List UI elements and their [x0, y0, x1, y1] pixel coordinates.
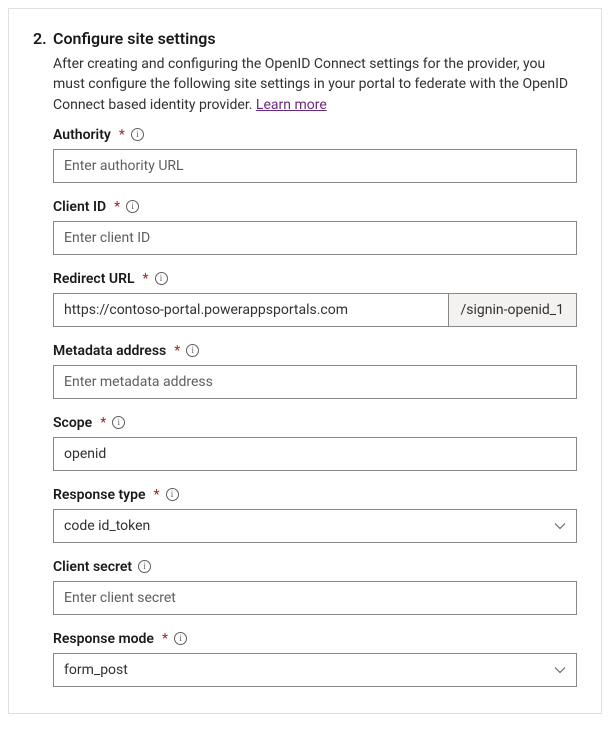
settings-form: Authority * i Client ID * i Redirect URL… — [53, 127, 577, 687]
required-marker: * — [100, 415, 106, 431]
redirect-url-suffix: /signin-openid_1 — [449, 293, 578, 327]
info-icon[interactable]: i — [166, 488, 179, 501]
field-response-mode: Response mode * i form_post — [53, 631, 577, 687]
response-type-value: code id_token — [64, 518, 150, 534]
info-icon[interactable]: i — [126, 200, 139, 213]
label-client-id: Client ID — [53, 199, 106, 215]
configure-site-settings-card: 2. Configure site settings After creatin… — [8, 8, 602, 714]
label-client-secret: Client secret — [53, 559, 132, 575]
client-secret-input[interactable] — [53, 581, 577, 615]
section-description: After creating and configuring the OpenI… — [53, 54, 577, 115]
required-marker: * — [119, 127, 125, 143]
required-marker: * — [154, 487, 160, 503]
label-response-mode: Response mode — [53, 631, 154, 647]
label-row: Authority * i — [53, 127, 577, 143]
label-redirect-url: Redirect URL — [53, 271, 135, 287]
label-metadata-address: Metadata address — [53, 343, 166, 359]
section-heading: 2. Configure site settings — [33, 29, 577, 48]
redirect-url-input[interactable] — [53, 293, 449, 327]
scope-input[interactable] — [53, 437, 577, 471]
label-response-type: Response type — [53, 487, 146, 503]
field-scope: Scope * i — [53, 415, 577, 471]
label-row: Client secret i — [53, 559, 577, 575]
label-row: Client ID * i — [53, 199, 577, 215]
authority-input[interactable] — [53, 149, 577, 183]
client-id-input[interactable] — [53, 221, 577, 255]
info-icon[interactable]: i — [138, 560, 151, 573]
label-row: Response mode * i — [53, 631, 577, 647]
label-row: Scope * i — [53, 415, 577, 431]
required-marker: * — [114, 199, 120, 215]
field-response-type: Response type * i code id_token — [53, 487, 577, 543]
required-marker: * — [162, 631, 168, 647]
label-row: Response type * i — [53, 487, 577, 503]
required-marker: * — [143, 271, 149, 287]
field-redirect-url: Redirect URL * i /signin-openid_1 — [53, 271, 577, 327]
info-icon[interactable]: i — [112, 416, 125, 429]
response-mode-select[interactable]: form_post — [53, 653, 577, 687]
label-authority: Authority — [53, 127, 111, 143]
info-icon[interactable]: i — [186, 344, 199, 357]
redirect-url-combo: /signin-openid_1 — [53, 293, 577, 327]
info-icon[interactable]: i — [155, 272, 168, 285]
chevron-down-icon — [554, 520, 566, 532]
learn-more-link[interactable]: Learn more — [256, 97, 327, 113]
field-authority: Authority * i — [53, 127, 577, 183]
required-marker: * — [174, 343, 180, 359]
field-client-secret: Client secret i — [53, 559, 577, 615]
field-metadata-address: Metadata address * i — [53, 343, 577, 399]
label-scope: Scope — [53, 415, 92, 431]
metadata-address-input[interactable] — [53, 365, 577, 399]
info-icon[interactable]: i — [174, 632, 187, 645]
page-title: Configure site settings — [53, 29, 216, 48]
info-icon[interactable]: i — [131, 128, 144, 141]
step-number: 2. — [33, 29, 49, 48]
label-row: Metadata address * i — [53, 343, 577, 359]
response-mode-value: form_post — [64, 662, 128, 678]
chevron-down-icon — [554, 664, 566, 676]
response-type-select[interactable]: code id_token — [53, 509, 577, 543]
field-client-id: Client ID * i — [53, 199, 577, 255]
label-row: Redirect URL * i — [53, 271, 577, 287]
